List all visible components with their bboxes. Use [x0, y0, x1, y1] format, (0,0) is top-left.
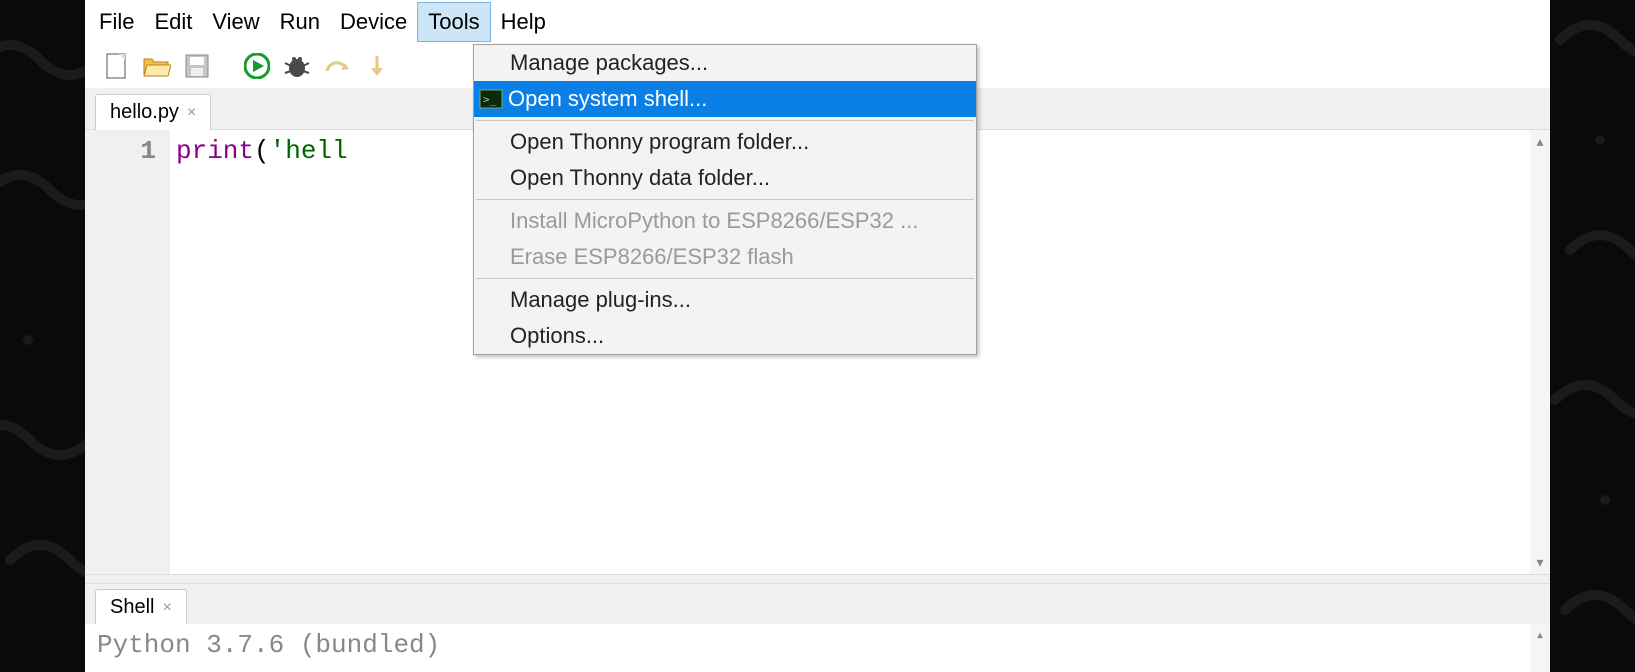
- menubar: FileEditViewRunDeviceToolsHelp: [85, 0, 1550, 44]
- scroll-up-icon[interactable]: ▴: [1536, 627, 1544, 644]
- line-number: 1: [85, 136, 156, 166]
- save-icon[interactable]: [183, 52, 211, 80]
- menu-item-label: Manage plug-ins...: [510, 287, 691, 313]
- scroll-down-icon[interactable]: ▾: [1536, 554, 1543, 571]
- tools-menu-item: Erase ESP8266/ESP32 flash: [474, 239, 976, 275]
- menu-separator: [476, 120, 974, 121]
- svg-text:>_: >_: [483, 93, 497, 106]
- menu-item-label: Install MicroPython to ESP8266/ESP32 ...: [510, 208, 918, 234]
- close-icon[interactable]: ×: [162, 599, 171, 617]
- shell-scrollbar[interactable]: ▴: [1530, 624, 1550, 672]
- shell-banner: Python 3.7.6 (bundled): [97, 630, 440, 660]
- menu-run[interactable]: Run: [270, 3, 330, 41]
- code-token-string: 'hell: [270, 136, 348, 166]
- menu-help[interactable]: Help: [491, 3, 556, 41]
- editor-tab-hello[interactable]: hello.py ×: [95, 94, 211, 130]
- menu-view[interactable]: View: [202, 3, 269, 41]
- menu-separator: [476, 199, 974, 200]
- menu-separator: [476, 278, 974, 279]
- menu-item-label: Open system shell...: [508, 86, 707, 112]
- code-token-func: print: [176, 136, 254, 166]
- menu-device[interactable]: Device: [330, 3, 417, 41]
- tools-menu-item[interactable]: Options...: [474, 318, 976, 354]
- shell-tab-label: Shell: [110, 596, 154, 619]
- menu-item-label: Open Thonny data folder...: [510, 165, 770, 191]
- debug-icon[interactable]: [283, 52, 311, 80]
- tools-menu-item[interactable]: Open Thonny data folder...: [474, 160, 976, 196]
- menu-file[interactable]: File: [89, 3, 144, 41]
- menu-item-label: Manage packages...: [510, 50, 708, 76]
- tools-menu-dropdown: Manage packages... >_ Open system shell...…: [473, 44, 977, 355]
- shell-tab[interactable]: Shell ×: [95, 589, 187, 625]
- scroll-up-icon[interactable]: ▴: [1536, 133, 1543, 150]
- menu-edit[interactable]: Edit: [144, 3, 202, 41]
- shell-tabs: Shell ×: [85, 584, 1550, 624]
- menu-item-label: Open Thonny program folder...: [510, 129, 809, 155]
- menu-item-label: Options...: [510, 323, 604, 349]
- tools-menu-item: Install MicroPython to ESP8266/ESP32 ...: [474, 203, 976, 239]
- tools-menu-item[interactable]: Open Thonny program folder...: [474, 124, 976, 160]
- line-gutter: 1: [85, 130, 170, 574]
- tools-menu-item[interactable]: Manage plug-ins...: [474, 282, 976, 318]
- terminal-icon: >_: [478, 88, 504, 110]
- menu-tools[interactable]: Tools: [417, 2, 490, 42]
- editor-tab-label: hello.py: [110, 101, 179, 124]
- menu-item-label: Erase ESP8266/ESP32 flash: [510, 244, 794, 270]
- thonny-window: FileEditViewRunDeviceToolsHelp hello.py …: [85, 0, 1550, 672]
- new-file-icon[interactable]: [103, 52, 131, 80]
- step-over-icon[interactable]: [323, 52, 351, 80]
- tools-menu-item[interactable]: Manage packages...: [474, 45, 976, 81]
- run-icon[interactable]: [243, 52, 271, 80]
- pane-separator[interactable]: [85, 574, 1550, 584]
- tools-menu-item[interactable]: >_ Open system shell...: [474, 81, 976, 117]
- code-token-paren: (: [254, 136, 270, 166]
- shell-output[interactable]: Python 3.7.6 (bundled) ▴: [85, 624, 1550, 672]
- close-icon[interactable]: ×: [187, 104, 196, 122]
- step-into-icon[interactable]: [363, 52, 391, 80]
- open-file-icon[interactable]: [143, 52, 171, 80]
- editor-scrollbar[interactable]: ▴ ▾: [1530, 130, 1550, 574]
